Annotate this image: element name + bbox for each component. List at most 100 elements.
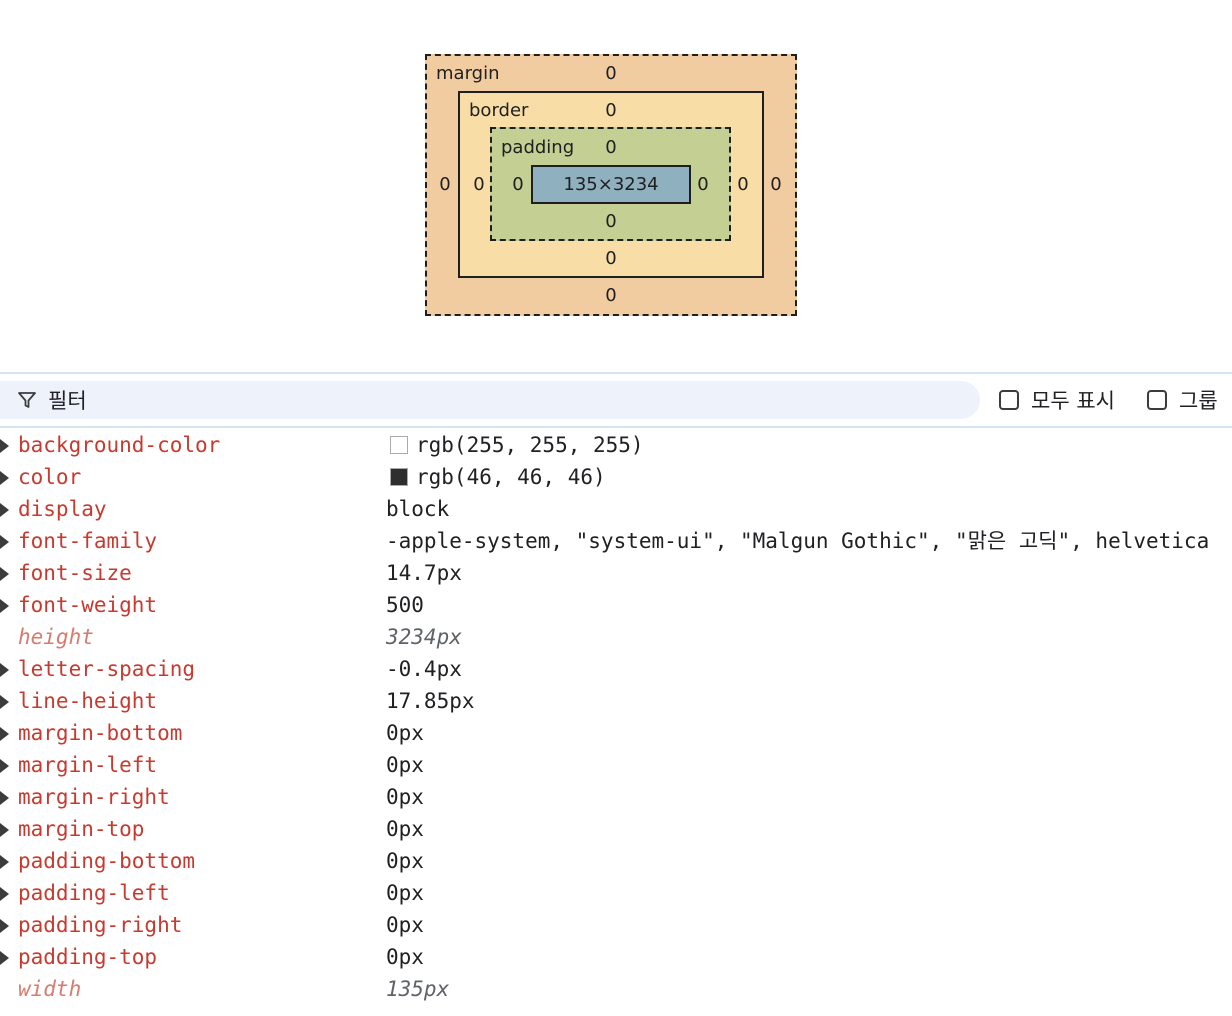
expand-triangle-icon[interactable]	[0, 919, 9, 933]
property-row-font-family[interactable]: font-family -apple-system, "system-ui", "…	[0, 525, 1232, 557]
property-row-color[interactable]: color rgb(46, 46, 46)	[0, 461, 1232, 493]
property-value: -apple-system, "system-ui", "Malgun Goth…	[386, 529, 1210, 553]
property-name: margin-bottom	[18, 721, 183, 745]
border-top-value[interactable]: 0	[601, 100, 621, 122]
property-row-width[interactable]: width 135px	[0, 973, 1232, 1005]
padding-bottom-value[interactable]: 0	[601, 211, 621, 233]
property-value: 0px	[386, 945, 424, 969]
property-value: block	[386, 497, 450, 521]
property-value: 17.85px	[386, 689, 475, 713]
property-name: font-weight	[18, 593, 158, 617]
property-row-margin-bottom[interactable]: margin-bottom 0px	[0, 717, 1232, 749]
expand-triangle-icon[interactable]	[0, 791, 9, 805]
property-row-font-weight[interactable]: font-weight 500	[0, 589, 1232, 621]
property-value: rgb(46, 46, 46)	[386, 461, 606, 493]
group-toggle[interactable]: 그룹	[1147, 386, 1218, 414]
computed-properties-list: background-color rgb(255, 255, 255) color r…	[0, 429, 1232, 1005]
property-name: height	[18, 625, 94, 649]
color-swatch-icon[interactable]	[390, 468, 408, 486]
content-size: 135×3234	[563, 174, 659, 195]
property-value: -0.4px	[386, 657, 462, 681]
property-name: padding-top	[18, 945, 158, 969]
property-row-line-height[interactable]: line-height 17.85px	[0, 685, 1232, 717]
group-label: 그룹	[1179, 389, 1218, 413]
margin-left-value[interactable]: 0	[435, 174, 455, 196]
property-row-padding-bottom[interactable]: padding-bottom 0px	[0, 845, 1232, 877]
expand-triangle-icon[interactable]	[0, 887, 9, 901]
property-name: margin-left	[18, 753, 158, 777]
property-row-margin-top[interactable]: margin-top 0px	[0, 813, 1232, 845]
property-value: 0px	[386, 721, 424, 745]
property-row-margin-left[interactable]: margin-left 0px	[0, 749, 1232, 781]
property-value: 3234px	[386, 625, 462, 649]
property-row-padding-top[interactable]: padding-top 0px	[0, 941, 1232, 973]
property-value: 0px	[386, 881, 424, 905]
expand-triangle-icon[interactable]	[0, 599, 9, 613]
expand-triangle-icon[interactable]	[0, 951, 9, 965]
property-name: width	[18, 977, 82, 1001]
property-row-height[interactable]: height 3234px	[0, 621, 1232, 653]
expand-triangle-icon[interactable]	[0, 663, 9, 677]
padding-left-value[interactable]: 0	[508, 174, 528, 196]
group-checkbox[interactable]	[1147, 390, 1167, 410]
box-model-panel: 135×3234 margin border padding 0 0 0 0 0…	[0, 0, 1232, 372]
property-name: font-size	[18, 561, 132, 585]
property-value-text: rgb(255, 255, 255)	[416, 433, 644, 457]
property-value: 0px	[386, 913, 424, 937]
expand-triangle-icon[interactable]	[0, 503, 9, 517]
expand-triangle-icon[interactable]	[0, 727, 9, 741]
property-name: letter-spacing	[18, 657, 196, 681]
property-value: 500	[386, 593, 424, 617]
margin-label: margin	[436, 63, 500, 84]
padding-label: padding	[501, 137, 575, 158]
filter-funnel-icon	[16, 389, 38, 411]
property-value: 14.7px	[386, 561, 462, 585]
show-all-label: 모두 표시	[1031, 389, 1115, 413]
property-name: margin-top	[18, 817, 145, 841]
property-row-font-size[interactable]: font-size 14.7px	[0, 557, 1232, 589]
property-value: 0px	[386, 753, 424, 777]
padding-right-value[interactable]: 0	[693, 174, 713, 196]
expand-triangle-icon[interactable]	[0, 759, 9, 773]
margin-bottom-value[interactable]: 0	[601, 285, 621, 307]
expand-triangle-icon[interactable]	[0, 535, 9, 549]
border-bottom-value[interactable]: 0	[601, 248, 621, 270]
property-name: font-family	[18, 529, 158, 553]
property-row-background-color[interactable]: background-color rgb(255, 255, 255)	[0, 429, 1232, 461]
border-right-value[interactable]: 0	[733, 174, 753, 196]
filter-placeholder: 필터	[48, 389, 87, 413]
property-name: padding-left	[18, 881, 170, 905]
filter-input[interactable]: 필터	[0, 381, 980, 419]
property-value-text: rgb(46, 46, 46)	[416, 465, 606, 489]
border-left-value[interactable]: 0	[469, 174, 489, 196]
show-all-toggle[interactable]: 모두 표시	[999, 386, 1115, 414]
property-value: 0px	[386, 817, 424, 841]
box-model-content[interactable]: 135×3234	[531, 165, 691, 204]
property-name: display	[18, 497, 107, 521]
filter-toolbar: 필터 모두 표시 그룹	[0, 374, 1232, 426]
padding-top-value[interactable]: 0	[601, 137, 621, 159]
property-row-display[interactable]: display block	[0, 493, 1232, 525]
expand-triangle-icon[interactable]	[0, 695, 9, 709]
margin-top-value[interactable]: 0	[601, 63, 621, 85]
property-value: 0px	[386, 849, 424, 873]
property-value: rgb(255, 255, 255)	[386, 429, 644, 461]
show-all-checkbox[interactable]	[999, 390, 1019, 410]
expand-triangle-icon[interactable]	[0, 823, 9, 837]
expand-triangle-icon[interactable]	[0, 567, 9, 581]
border-label: border	[469, 100, 529, 121]
divider	[0, 426, 1232, 428]
property-name: line-height	[18, 689, 158, 713]
expand-triangle-icon[interactable]	[0, 439, 9, 453]
property-name: padding-bottom	[18, 849, 196, 873]
expand-triangle-icon[interactable]	[0, 855, 9, 869]
margin-right-value[interactable]: 0	[766, 174, 786, 196]
expand-triangle-icon[interactable]	[0, 471, 9, 485]
property-name: background-color	[18, 433, 221, 457]
property-row-margin-right[interactable]: margin-right 0px	[0, 781, 1232, 813]
property-name: color	[18, 465, 82, 489]
property-row-padding-right[interactable]: padding-right 0px	[0, 909, 1232, 941]
property-row-letter-spacing[interactable]: letter-spacing -0.4px	[0, 653, 1232, 685]
color-swatch-icon[interactable]	[390, 436, 408, 454]
property-row-padding-left[interactable]: padding-left 0px	[0, 877, 1232, 909]
